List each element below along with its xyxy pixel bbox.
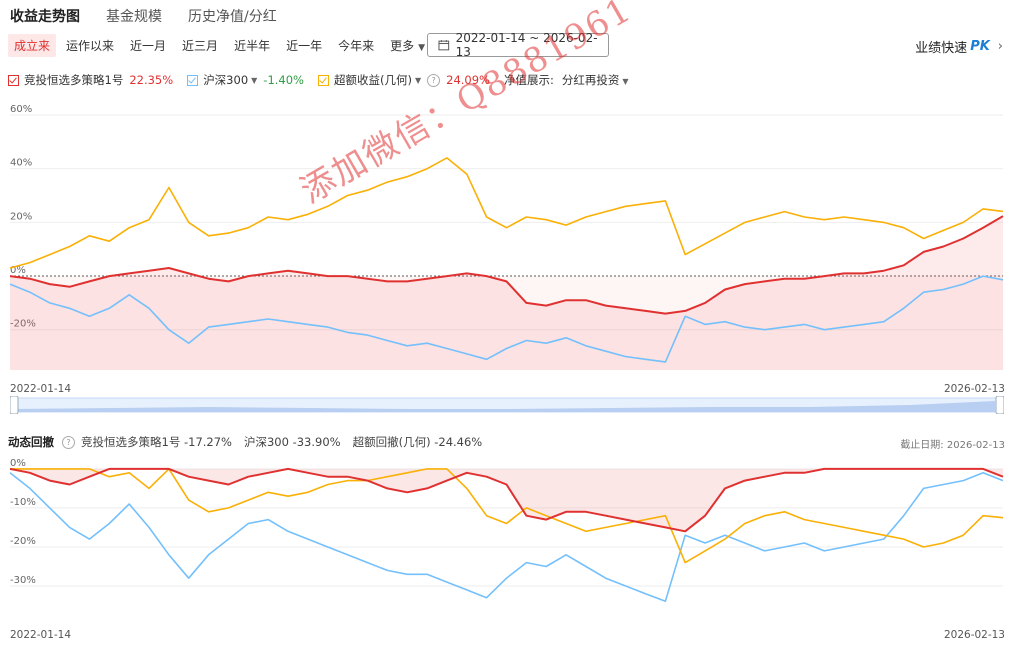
- as-of-date: 截止日期: 2026-02-13: [900, 436, 1005, 451]
- drawdown-index: 沪深300 -33.90%: [244, 434, 341, 450]
- legend-index-name: 沪深300: [203, 73, 249, 87]
- drawdown-title: 动态回撤: [8, 435, 54, 449]
- range-slider[interactable]: [10, 396, 1004, 414]
- range-handle-right[interactable]: [995, 396, 1004, 414]
- drawdown-index-name: 沪深300: [243, 435, 289, 449]
- period-6m[interactable]: 近半年: [228, 34, 276, 57]
- caret-down-icon: ▼: [418, 43, 426, 53]
- checkbox-icon[interactable]: [317, 74, 329, 86]
- period-3m[interactable]: 近三月: [176, 34, 224, 57]
- top-tabs: 收益走势图 基金规模 历史净值/分红: [10, 6, 277, 26]
- drawdown-excess-value: -24.46%: [434, 435, 483, 449]
- main-x-end: 2026-02-13: [943, 383, 1005, 395]
- dd-x-end: 2026-02-13: [943, 629, 1005, 641]
- drawdown-chart[interactable]: 0% -10% -20% -30%: [0, 455, 1013, 635]
- period-1y[interactable]: 近一年: [280, 34, 328, 57]
- help-icon[interactable]: ?: [62, 435, 75, 449]
- more-label: 更多: [390, 39, 415, 53]
- pk-badge: PK: [970, 39, 990, 54]
- dd-x-start: 2022-01-14: [10, 629, 72, 641]
- return-chart[interactable]: 60%40%20%0%-20%: [0, 100, 1013, 400]
- caret-down-icon[interactable]: ▼: [251, 76, 257, 85]
- performance-pk-link[interactable]: 业绩快速 PK ›: [915, 37, 1003, 56]
- pk-label: 业绩快速: [915, 41, 968, 56]
- y-tick-label: -20%: [10, 536, 36, 547]
- series-line-index: [9, 471, 1004, 602]
- period-ytd[interactable]: 今年来: [332, 34, 380, 57]
- legend-fund-name: 竞投恒选多策略1号: [24, 73, 124, 87]
- drawdown-header: 动态回撤 ? 竞投恒选多策略1号 -17.27% 沪深300 -33.90% 超…: [8, 434, 494, 450]
- nav-mode-value: 分红再投资: [561, 73, 620, 87]
- legend-fund-value: 22.35%: [129, 73, 174, 87]
- period-1m[interactable]: 近一月: [124, 34, 172, 57]
- negative-zone-fill: [10, 276, 1003, 370]
- as-of-label: 截止日期:: [900, 440, 944, 451]
- period-more-dropdown[interactable]: 更多 ▼: [384, 34, 431, 57]
- y-tick-label: 0%: [10, 458, 26, 469]
- nav-mode-select[interactable]: 分红再投资 ▼: [562, 72, 629, 88]
- caret-down-icon[interactable]: ▼: [415, 76, 421, 85]
- calendar-icon: [438, 40, 450, 51]
- drawdown-fund: 竞投恒选多策略1号 -17.27%: [81, 434, 232, 450]
- period-since-inception[interactable]: 成立来: [8, 34, 57, 57]
- tab-return-trend[interactable]: 收益走势图: [10, 6, 80, 26]
- caret-down-icon: ▼: [622, 77, 629, 86]
- drawdown-fund-value: -17.27%: [183, 435, 232, 449]
- period-selector: 成立来 运作以来 近一月 近三月 近半年 近一年 今年来 更多 ▼: [8, 34, 431, 57]
- y-tick-label: -30%: [10, 575, 36, 586]
- y-tick-label: 20%: [10, 211, 32, 222]
- y-tick-label: 40%: [10, 158, 32, 169]
- series-line-excess: [9, 157, 1004, 269]
- y-tick-label: 60%: [10, 104, 32, 115]
- checkbox-icon[interactable]: [187, 74, 199, 86]
- y-tick-label: -10%: [10, 497, 36, 508]
- tab-nav-history[interactable]: 历史净值/分红: [188, 6, 277, 26]
- drawdown-excess: 超额回撤(几何) -24.46%: [353, 434, 483, 450]
- as-of-value: 2026-02-13: [946, 440, 1005, 451]
- legend-index[interactable]: 沪深300 ▼ -1.40%: [187, 72, 304, 88]
- drawdown-fund-name: 竞投恒选多策略1号: [81, 435, 181, 449]
- drawdown-excess-name: 超额回撤(几何): [352, 435, 431, 449]
- period-since-operation[interactable]: 运作以来: [60, 34, 120, 57]
- legend-fund[interactable]: 竞投恒选多策略1号 22.35%: [8, 72, 173, 88]
- chevron-right-icon: ›: [997, 39, 1003, 54]
- tab-fund-size[interactable]: 基金规模: [106, 6, 162, 26]
- legend-excess-name: 超额收益(几何): [333, 73, 412, 87]
- range-handle-left[interactable]: [10, 396, 19, 414]
- drawdown-index-value: -33.90%: [292, 435, 341, 449]
- legend-index-value: -1.40%: [263, 73, 304, 87]
- main-x-start: 2022-01-14: [10, 383, 72, 395]
- checkbox-icon[interactable]: [8, 74, 19, 86]
